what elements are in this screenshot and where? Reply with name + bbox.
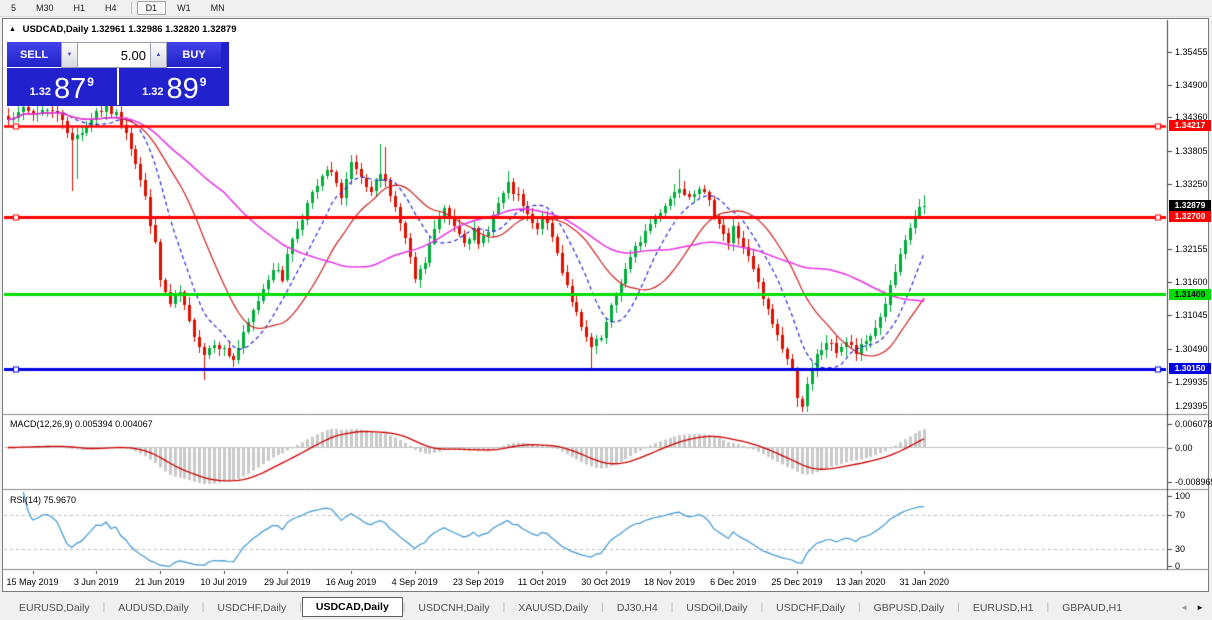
x-axis-date-label: 25 Dec 2019 <box>771 577 822 587</box>
tab-gbpaud-h1[interactable]: GBPAUD,H1 <box>1049 598 1135 618</box>
sell-price-sup: 9 <box>87 75 94 89</box>
timeframe-m30-button[interactable]: M30 <box>27 1 63 15</box>
rsi-name: RSI(14) <box>10 495 41 505</box>
tab-eurusd-daily[interactable]: EURUSD,Daily <box>6 598 103 618</box>
x-axis-date-label: 18 Nov 2019 <box>644 577 695 587</box>
sell-button[interactable]: SELL <box>7 42 61 68</box>
rsi-axis-label: 100 <box>1175 491 1190 501</box>
rsi-value: 75.9670 <box>44 495 77 505</box>
timeframe-d1-button[interactable]: D1 <box>137 1 167 15</box>
one-click-trade-panel: SELL ▼ ▲ BUY 1.32 87 9 1.32 89 9 <box>7 42 229 106</box>
x-axis-date-label: 10 Jul 2019 <box>200 577 247 587</box>
chart-tab-bar: EURUSD,Daily|AUDUSD,Daily|USDCHF,Daily|U… <box>0 595 1212 620</box>
x-axis-date-label: 16 Aug 2019 <box>326 577 377 587</box>
timeframe-w1-button[interactable]: W1 <box>168 1 200 15</box>
x-axis-date-label: 30 Oct 2019 <box>581 577 630 587</box>
macd-values: 0.005394 0.004067 <box>75 419 153 429</box>
chart-symbol-label: USDCAD,Daily <box>23 24 89 35</box>
y-axis-price-label: 1.31045 <box>1175 310 1208 320</box>
y-axis-price-label: 1.33805 <box>1175 146 1208 156</box>
macd-axis-label: 0.00 <box>1175 443 1193 453</box>
sell-price-big: 87 <box>54 77 86 102</box>
macd-indicator-header: MACD(12,26,9) 0.005394 0.004067 <box>10 419 153 429</box>
y-axis-price-label: 1.31600 <box>1175 277 1208 287</box>
y-axis-price-label: 1.32155 <box>1175 244 1208 254</box>
tab-usdchf-daily[interactable]: USDCHF,Daily <box>763 598 858 618</box>
chart-title: ▲ USDCAD,Daily 1.32961 1.32986 1.32820 1… <box>9 24 237 35</box>
x-axis-date-label: 13 Jan 2020 <box>836 577 886 587</box>
buy-price-big: 89 <box>166 77 198 102</box>
chart-ohlc-values: 1.32961 1.32986 1.32820 1.32879 <box>91 24 236 35</box>
y-axis-price-label: 1.29395 <box>1175 401 1208 411</box>
timeframe-h1-button[interactable]: H1 <box>65 1 95 15</box>
tab-gbpusd-daily[interactable]: GBPUSD,Daily <box>861 598 958 618</box>
sell-price-head: 1.32 <box>30 86 51 98</box>
tab-scroll-left-icon[interactable]: ◄ <box>1180 603 1188 612</box>
x-axis-date-label: 11 Oct 2019 <box>518 577 566 587</box>
macd-axis-label: -0.008965 <box>1175 477 1212 487</box>
tab-usdcad-daily[interactable]: USDCAD,Daily <box>302 597 403 617</box>
x-axis-date-label: 21 Jun 2019 <box>135 577 185 587</box>
y-axis-price-label: 1.30490 <box>1175 344 1208 354</box>
toolbar-separator <box>131 2 132 14</box>
volume-decrease-button[interactable]: ▼ <box>61 42 78 68</box>
y-axis-price-label: 1.35455 <box>1175 47 1208 57</box>
timeframe-mn-button[interactable]: MN <box>202 1 234 15</box>
timeframe-m5-button[interactable]: 5 <box>2 1 25 15</box>
price-line-badge: 1.30150 <box>1169 363 1211 374</box>
tab-usdcnh-daily[interactable]: USDCNH,Daily <box>405 598 502 618</box>
y-axis-price-label: 1.29935 <box>1175 377 1208 387</box>
tab-dj30-h4[interactable]: DJ30,H4 <box>604 598 671 618</box>
x-axis-date-label: 4 Sep 2019 <box>392 577 438 587</box>
x-axis-date-label: 15 May 2019 <box>6 577 58 587</box>
y-axis-price-label: 1.34900 <box>1175 80 1208 90</box>
x-axis-date-label: 6 Dec 2019 <box>710 577 756 587</box>
x-axis-date-label: 31 Jan 2020 <box>900 577 950 587</box>
tab-scroll-arrows: ◄► <box>1180 603 1204 612</box>
y-axis-price-label: 1.33250 <box>1175 179 1208 189</box>
rsi-indicator-header: RSI(14) 75.9670 <box>10 495 76 505</box>
x-axis-date-label: 23 Sep 2019 <box>453 577 504 587</box>
tab-xauusd-daily[interactable]: XAUUSD,Daily <box>505 598 601 618</box>
chart-collapse-icon[interactable]: ▲ <box>9 26 16 33</box>
buy-price-head: 1.32 <box>142 86 163 98</box>
rsi-axis-label: 70 <box>1175 510 1185 520</box>
price-line-badge: 1.32700 <box>1169 211 1211 222</box>
chevron-down-icon: ▼ <box>67 52 73 58</box>
tab-usdoil-daily[interactable]: USDOil,Daily <box>673 598 760 618</box>
tab-scroll-right-icon[interactable]: ► <box>1196 603 1204 612</box>
sell-price-display[interactable]: 1.32 87 9 <box>7 68 119 105</box>
macd-name: MACD(12,26,9) <box>10 419 73 429</box>
tab-usdchf-daily[interactable]: USDCHF,Daily <box>204 598 299 618</box>
price-line-badge: 1.34217 <box>1169 120 1211 131</box>
x-axis-date-label: 29 Jul 2019 <box>264 577 311 587</box>
volume-input[interactable] <box>78 42 150 68</box>
chevron-up-icon: ▲ <box>156 52 162 58</box>
current-price-badge: 1.32879 <box>1169 200 1211 211</box>
macd-axis-label: 0.006078 <box>1175 419 1212 429</box>
volume-increase-button[interactable]: ▲ <box>150 42 167 68</box>
timeframe-toolbar: 5 M30 H1 H4 D1 W1 MN <box>0 0 1212 17</box>
buy-button[interactable]: BUY <box>167 42 221 68</box>
tab-eurusd-h1[interactable]: EURUSD,H1 <box>960 598 1047 618</box>
price-line-badge: 1.31400 <box>1169 289 1211 300</box>
x-axis-date-label: 3 Jun 2019 <box>74 577 119 587</box>
rsi-axis-label: 0 <box>1175 561 1180 571</box>
timeframe-h4-button[interactable]: H4 <box>96 1 126 15</box>
buy-price-sup: 9 <box>200 75 207 89</box>
buy-price-display[interactable]: 1.32 89 9 <box>120 68 230 105</box>
rsi-axis-label: 30 <box>1175 544 1185 554</box>
tab-audusd-daily[interactable]: AUDUSD,Daily <box>105 598 202 618</box>
